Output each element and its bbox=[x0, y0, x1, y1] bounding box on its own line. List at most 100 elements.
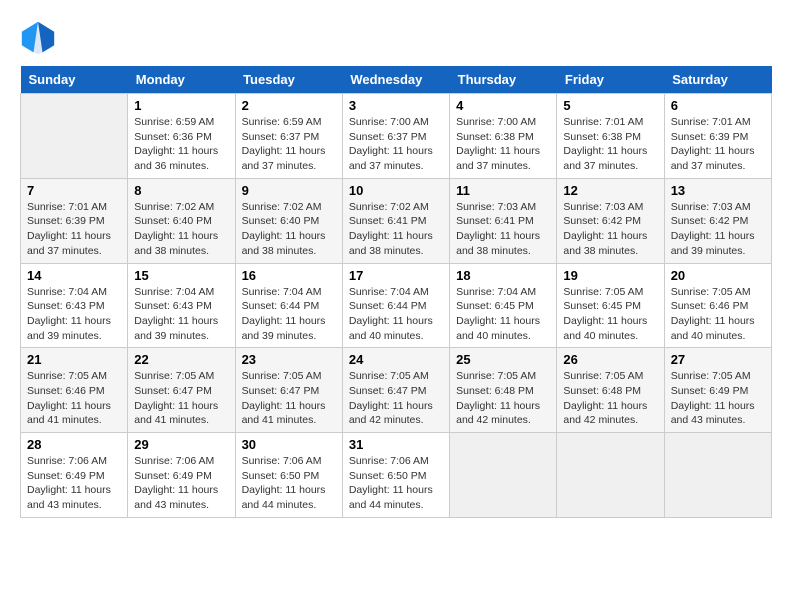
calendar-cell: 11 Sunrise: 7:03 AM Sunset: 6:41 PM Dayl… bbox=[450, 178, 557, 263]
day-info: Sunrise: 7:03 AM Sunset: 6:42 PM Dayligh… bbox=[671, 200, 765, 259]
calendar-cell: 21 Sunrise: 7:05 AM Sunset: 6:46 PM Dayl… bbox=[21, 348, 128, 433]
calendar-cell: 20 Sunrise: 7:05 AM Sunset: 6:46 PM Dayl… bbox=[664, 263, 771, 348]
day-info: Sunrise: 7:04 AM Sunset: 6:44 PM Dayligh… bbox=[242, 285, 336, 344]
day-info: Sunrise: 7:03 AM Sunset: 6:41 PM Dayligh… bbox=[456, 200, 550, 259]
calendar-cell: 19 Sunrise: 7:05 AM Sunset: 6:45 PM Dayl… bbox=[557, 263, 664, 348]
day-info: Sunrise: 7:06 AM Sunset: 6:50 PM Dayligh… bbox=[349, 454, 443, 513]
calendar-cell: 16 Sunrise: 7:04 AM Sunset: 6:44 PM Dayl… bbox=[235, 263, 342, 348]
calendar-cell bbox=[557, 433, 664, 518]
day-number: 16 bbox=[242, 268, 336, 283]
day-number: 29 bbox=[134, 437, 228, 452]
day-info: Sunrise: 7:05 AM Sunset: 6:47 PM Dayligh… bbox=[134, 369, 228, 428]
day-number: 17 bbox=[349, 268, 443, 283]
calendar-cell: 4 Sunrise: 7:00 AM Sunset: 6:38 PM Dayli… bbox=[450, 94, 557, 179]
day-info: Sunrise: 7:04 AM Sunset: 6:45 PM Dayligh… bbox=[456, 285, 550, 344]
day-number: 8 bbox=[134, 183, 228, 198]
day-number: 27 bbox=[671, 352, 765, 367]
day-info: Sunrise: 7:05 AM Sunset: 6:47 PM Dayligh… bbox=[349, 369, 443, 428]
day-info: Sunrise: 7:05 AM Sunset: 6:49 PM Dayligh… bbox=[671, 369, 765, 428]
calendar-cell: 25 Sunrise: 7:05 AM Sunset: 6:48 PM Dayl… bbox=[450, 348, 557, 433]
day-number: 11 bbox=[456, 183, 550, 198]
day-number: 18 bbox=[456, 268, 550, 283]
day-number: 14 bbox=[27, 268, 121, 283]
day-number: 31 bbox=[349, 437, 443, 452]
day-number: 19 bbox=[563, 268, 657, 283]
calendar-cell: 17 Sunrise: 7:04 AM Sunset: 6:44 PM Dayl… bbox=[342, 263, 449, 348]
day-info: Sunrise: 7:06 AM Sunset: 6:50 PM Dayligh… bbox=[242, 454, 336, 513]
calendar-cell: 12 Sunrise: 7:03 AM Sunset: 6:42 PM Dayl… bbox=[557, 178, 664, 263]
day-number: 6 bbox=[671, 98, 765, 113]
day-info: Sunrise: 7:00 AM Sunset: 6:38 PM Dayligh… bbox=[456, 115, 550, 174]
day-number: 24 bbox=[349, 352, 443, 367]
page-header bbox=[20, 20, 772, 56]
calendar-cell: 26 Sunrise: 7:05 AM Sunset: 6:48 PM Dayl… bbox=[557, 348, 664, 433]
day-of-week-header: Saturday bbox=[664, 66, 771, 94]
calendar-week-row: 28 Sunrise: 7:06 AM Sunset: 6:49 PM Dayl… bbox=[21, 433, 772, 518]
day-of-week-header: Thursday bbox=[450, 66, 557, 94]
day-info: Sunrise: 7:05 AM Sunset: 6:47 PM Dayligh… bbox=[242, 369, 336, 428]
day-info: Sunrise: 7:05 AM Sunset: 6:46 PM Dayligh… bbox=[27, 369, 121, 428]
logo bbox=[20, 20, 58, 56]
day-number: 4 bbox=[456, 98, 550, 113]
day-info: Sunrise: 6:59 AM Sunset: 6:37 PM Dayligh… bbox=[242, 115, 336, 174]
calendar-cell: 13 Sunrise: 7:03 AM Sunset: 6:42 PM Dayl… bbox=[664, 178, 771, 263]
calendar-cell bbox=[664, 433, 771, 518]
calendar-cell: 22 Sunrise: 7:05 AM Sunset: 6:47 PM Dayl… bbox=[128, 348, 235, 433]
day-number: 26 bbox=[563, 352, 657, 367]
day-number: 1 bbox=[134, 98, 228, 113]
day-number: 28 bbox=[27, 437, 121, 452]
day-info: Sunrise: 7:05 AM Sunset: 6:45 PM Dayligh… bbox=[563, 285, 657, 344]
day-of-week-header: Wednesday bbox=[342, 66, 449, 94]
calendar-cell: 10 Sunrise: 7:02 AM Sunset: 6:41 PM Dayl… bbox=[342, 178, 449, 263]
calendar-cell: 14 Sunrise: 7:04 AM Sunset: 6:43 PM Dayl… bbox=[21, 263, 128, 348]
calendar-week-row: 7 Sunrise: 7:01 AM Sunset: 6:39 PM Dayli… bbox=[21, 178, 772, 263]
calendar-cell: 18 Sunrise: 7:04 AM Sunset: 6:45 PM Dayl… bbox=[450, 263, 557, 348]
calendar-week-row: 14 Sunrise: 7:04 AM Sunset: 6:43 PM Dayl… bbox=[21, 263, 772, 348]
calendar-week-row: 1 Sunrise: 6:59 AM Sunset: 6:36 PM Dayli… bbox=[21, 94, 772, 179]
day-info: Sunrise: 7:01 AM Sunset: 6:38 PM Dayligh… bbox=[563, 115, 657, 174]
day-number: 2 bbox=[242, 98, 336, 113]
day-info: Sunrise: 6:59 AM Sunset: 6:36 PM Dayligh… bbox=[134, 115, 228, 174]
calendar-cell: 31 Sunrise: 7:06 AM Sunset: 6:50 PM Dayl… bbox=[342, 433, 449, 518]
day-info: Sunrise: 7:05 AM Sunset: 6:48 PM Dayligh… bbox=[563, 369, 657, 428]
day-info: Sunrise: 7:03 AM Sunset: 6:42 PM Dayligh… bbox=[563, 200, 657, 259]
calendar-cell: 23 Sunrise: 7:05 AM Sunset: 6:47 PM Dayl… bbox=[235, 348, 342, 433]
day-number: 9 bbox=[242, 183, 336, 198]
day-info: Sunrise: 7:02 AM Sunset: 6:40 PM Dayligh… bbox=[134, 200, 228, 259]
calendar-cell: 8 Sunrise: 7:02 AM Sunset: 6:40 PM Dayli… bbox=[128, 178, 235, 263]
calendar-cell: 15 Sunrise: 7:04 AM Sunset: 6:43 PM Dayl… bbox=[128, 263, 235, 348]
day-info: Sunrise: 7:06 AM Sunset: 6:49 PM Dayligh… bbox=[134, 454, 228, 513]
day-info: Sunrise: 7:02 AM Sunset: 6:41 PM Dayligh… bbox=[349, 200, 443, 259]
day-number: 22 bbox=[134, 352, 228, 367]
day-number: 21 bbox=[27, 352, 121, 367]
day-of-week-header: Monday bbox=[128, 66, 235, 94]
day-info: Sunrise: 7:01 AM Sunset: 6:39 PM Dayligh… bbox=[671, 115, 765, 174]
calendar-table: SundayMondayTuesdayWednesdayThursdayFrid… bbox=[20, 66, 772, 518]
day-info: Sunrise: 7:04 AM Sunset: 6:43 PM Dayligh… bbox=[27, 285, 121, 344]
calendar-cell: 27 Sunrise: 7:05 AM Sunset: 6:49 PM Dayl… bbox=[664, 348, 771, 433]
day-info: Sunrise: 7:00 AM Sunset: 6:37 PM Dayligh… bbox=[349, 115, 443, 174]
day-number: 10 bbox=[349, 183, 443, 198]
day-info: Sunrise: 7:06 AM Sunset: 6:49 PM Dayligh… bbox=[27, 454, 121, 513]
calendar-cell: 7 Sunrise: 7:01 AM Sunset: 6:39 PM Dayli… bbox=[21, 178, 128, 263]
calendar-cell: 3 Sunrise: 7:00 AM Sunset: 6:37 PM Dayli… bbox=[342, 94, 449, 179]
day-of-week-header: Sunday bbox=[21, 66, 128, 94]
calendar-cell: 9 Sunrise: 7:02 AM Sunset: 6:40 PM Dayli… bbox=[235, 178, 342, 263]
day-number: 12 bbox=[563, 183, 657, 198]
calendar-cell: 28 Sunrise: 7:06 AM Sunset: 6:49 PM Dayl… bbox=[21, 433, 128, 518]
calendar-header-row: SundayMondayTuesdayWednesdayThursdayFrid… bbox=[21, 66, 772, 94]
day-number: 3 bbox=[349, 98, 443, 113]
day-number: 7 bbox=[27, 183, 121, 198]
calendar-cell: 6 Sunrise: 7:01 AM Sunset: 6:39 PM Dayli… bbox=[664, 94, 771, 179]
day-of-week-header: Tuesday bbox=[235, 66, 342, 94]
day-info: Sunrise: 7:01 AM Sunset: 6:39 PM Dayligh… bbox=[27, 200, 121, 259]
calendar-cell: 29 Sunrise: 7:06 AM Sunset: 6:49 PM Dayl… bbox=[128, 433, 235, 518]
calendar-cell: 30 Sunrise: 7:06 AM Sunset: 6:50 PM Dayl… bbox=[235, 433, 342, 518]
calendar-cell bbox=[21, 94, 128, 179]
day-number: 15 bbox=[134, 268, 228, 283]
day-info: Sunrise: 7:02 AM Sunset: 6:40 PM Dayligh… bbox=[242, 200, 336, 259]
day-of-week-header: Friday bbox=[557, 66, 664, 94]
day-number: 30 bbox=[242, 437, 336, 452]
calendar-cell: 1 Sunrise: 6:59 AM Sunset: 6:36 PM Dayli… bbox=[128, 94, 235, 179]
day-info: Sunrise: 7:04 AM Sunset: 6:43 PM Dayligh… bbox=[134, 285, 228, 344]
